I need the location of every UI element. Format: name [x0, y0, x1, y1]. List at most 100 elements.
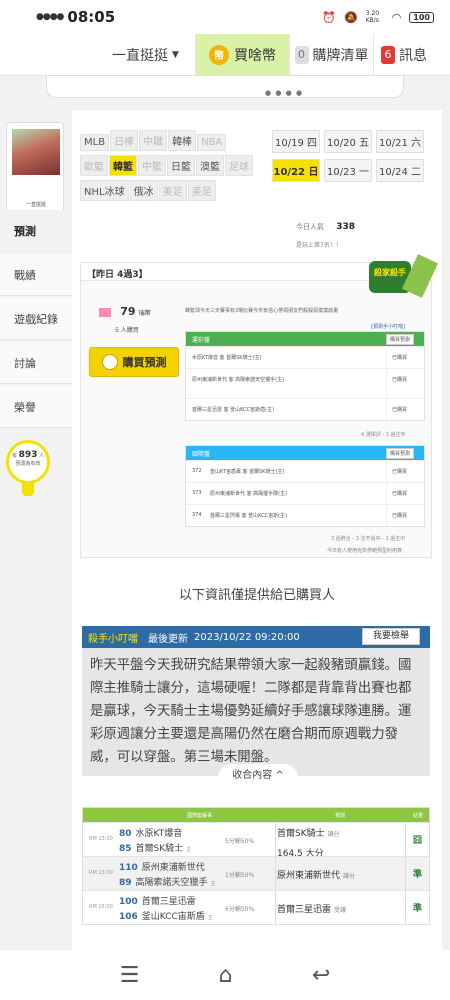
score: 100 [119, 897, 138, 907]
status-time-wrap: ●●●● 08:05 [36, 8, 115, 26]
divider [405, 857, 406, 890]
result-mark: 囧 [413, 836, 423, 846]
table2-rows: 372 釜山KT宙盾專 客 首爾SK騎士(主) 已購買 373 原州東浦新世代 客 高陽… [186, 460, 424, 526]
buy-prediction-label: 購買預測 [122, 356, 167, 369]
menu-icon[interactable]: ☰ [120, 963, 140, 988]
status-time: 08:05 [67, 8, 116, 26]
date-tab[interactable]: 10/23 一 [324, 159, 372, 182]
score: 106 [119, 912, 138, 922]
buy-coin-button[interactable]: 幣 買啥幣 [196, 33, 290, 76]
result-row: RM 13:00 80 水原KT爆音 85 首爾SK騎士主 5分輸50% 首爾SK騎士 讓分 1… [83, 822, 429, 859]
message-button[interactable]: 6 訊息 [374, 34, 434, 76]
divider [386, 369, 387, 398]
prediction-card: 【昨日 4過3】 殺家殺手 79 瑞幣 5 人購買 購買預測 韓籃球今天三天賽事… [80, 254, 438, 558]
cart-label: 購牌清單 [312, 47, 369, 64]
sidebar-item-predict[interactable]: 預測 [0, 210, 72, 252]
date-tab[interactable]: 10/20 五 [324, 130, 372, 153]
caret-down-icon: ▼ [172, 49, 179, 60]
table-row: 原州東浦新世代 客 高陽索諾天空獵手(主) 已購買 [186, 368, 424, 398]
collapse-button[interactable]: 收合內容 ^ [218, 764, 298, 788]
score: 80 [119, 829, 132, 839]
pick-note: 讓分 [343, 873, 356, 880]
buy-prediction-button[interactable]: 購買預測 [89, 347, 179, 377]
card-intro: 韓籃球今天三天賽事有3場比賽今天有信心帶領朋友們殺殺頭摸摸底畫 [185, 308, 339, 314]
purchase-status: 已購買 [392, 491, 408, 497]
sidebar-item-game-history[interactable]: 遊戲紀錄 [0, 298, 72, 340]
pick-team: 原州東浦新世代 [277, 871, 341, 881]
date-tab[interactable]: 10/24 二 [376, 159, 424, 182]
purchase-status: 已購買 [392, 355, 408, 361]
updated-time: 2023/10/22 09:20:00 [194, 631, 300, 643]
back-icon[interactable]: ↩ [312, 963, 330, 988]
home-icon[interactable]: ⌂ [219, 963, 233, 988]
coins-value: 893 [18, 450, 38, 460]
date-tab[interactable]: 10/19 四 [272, 130, 320, 153]
bulb-icon [22, 482, 34, 496]
sport-tag[interactable]: 歐籃 [80, 155, 108, 176]
sport-tag[interactable]: 中職 [139, 130, 168, 151]
team-line: 85 首爾SK騎士主 [119, 841, 191, 854]
price-unit: 瑞幣 [138, 310, 151, 317]
date-tab[interactable]: 10/21 六 [376, 130, 424, 153]
cart-button[interactable]: 0 購牌清單 [290, 33, 374, 76]
profile-card[interactable]: 一直挺挺 [6, 122, 64, 222]
updated-label: 最後更新 [148, 633, 188, 645]
sport-tag[interactable]: 日籃 [167, 155, 195, 176]
pick-note: 讓分 [327, 831, 340, 838]
sidebar-item-honor[interactable]: 榮譽 [0, 386, 72, 428]
table2-header: 國際盤 購買預測 [186, 446, 424, 460]
sport-tag[interactable]: NBA [197, 134, 227, 151]
sport-tag[interactable]: 俄冰 [129, 180, 158, 201]
coins-note: 預測為有效 [15, 461, 41, 467]
results-header: 國際籃賽事 預測 結果 [83, 808, 429, 822]
track-dropdown[interactable]: 一直挺挺 ▼ [96, 33, 196, 76]
table1-title: 運彩盤 [192, 337, 211, 344]
sport-tag[interactable]: NHL冰球 [80, 180, 129, 201]
divider [275, 823, 276, 856]
sport-tag[interactable]: 美足 [187, 180, 216, 201]
result-mark: 準 [413, 870, 423, 880]
network-speed: 3.20 KB/s [365, 10, 380, 24]
purchaser-notice: 以下資訊僅提供給已購買人 [178, 588, 335, 603]
pick-team: 首爾SK騎士 [277, 829, 325, 839]
battery-icon: 100 [409, 11, 434, 23]
sport-tag[interactable]: 澳籃 [196, 155, 224, 176]
divider [386, 483, 387, 504]
table1-buy-button[interactable]: 購買預測 [385, 334, 414, 345]
team-name: 水原KT爆音 [135, 829, 183, 839]
table2-buy-button[interactable]: 購買預測 [385, 448, 414, 459]
mute-icon: 🔕 [343, 10, 358, 24]
signal-icon: ●●●● [36, 12, 64, 22]
divider [386, 347, 387, 368]
report-button[interactable]: 我要檢舉 [362, 628, 420, 645]
carousel-dots[interactable]: ● ● ● ● [265, 89, 303, 97]
sidebar-item-discussion[interactable]: 討論 [0, 342, 72, 384]
team-name: 高陽索諾天空獵手 [135, 878, 208, 888]
sport-tag[interactable]: MLB [80, 134, 110, 151]
divider [386, 399, 387, 420]
pick: 首爾三星迅雷 受讓 [277, 902, 346, 915]
coin-icon [101, 354, 118, 370]
sport-tag[interactable]: 美足 [158, 180, 187, 201]
expert-name: 殺手小叮噹 [88, 633, 138, 645]
rank-text: 是玩上第7名！！ [296, 242, 342, 249]
table-row: 水原KT爆音 客 首爾SK騎士(主) 已購買 [186, 346, 424, 368]
home-tag: 主 [186, 847, 192, 853]
divider [275, 891, 276, 924]
table1-rows: 水原KT爆音 客 首爾SK騎士(主) 已購買 原州東浦新世代 客 高陽索諾天空獵手(… [186, 346, 424, 420]
team-line: 106 釜山KCC宙斯盾主 [119, 909, 213, 922]
results-head-match: 國際籃賽事 [187, 813, 213, 819]
sport-tag[interactable]: 中籃 [138, 155, 166, 176]
expert-link[interactable]: [預測手小叮噹] [371, 323, 405, 330]
sport-tag[interactable]: 韓棒 [168, 130, 197, 151]
sport-tag[interactable]: 日棒 [110, 130, 139, 151]
purchase-status: 已購買 [392, 377, 408, 383]
sport-tag[interactable]: 足球 [225, 155, 253, 176]
score: 85 [119, 844, 132, 854]
sidebar-item-record[interactable]: 戰績 [0, 254, 72, 296]
table-row: 373 原州東浦新世代 客 高陽獵手隊(主) 已購買 [186, 482, 424, 504]
divider [405, 891, 406, 924]
date-tab[interactable]: 10/22 日 [272, 159, 320, 182]
status-icons: ⏰ 🔕 3.20 KB/s ◠ 100 [322, 10, 434, 24]
sport-tag[interactable]: 韓籃 [109, 155, 137, 176]
